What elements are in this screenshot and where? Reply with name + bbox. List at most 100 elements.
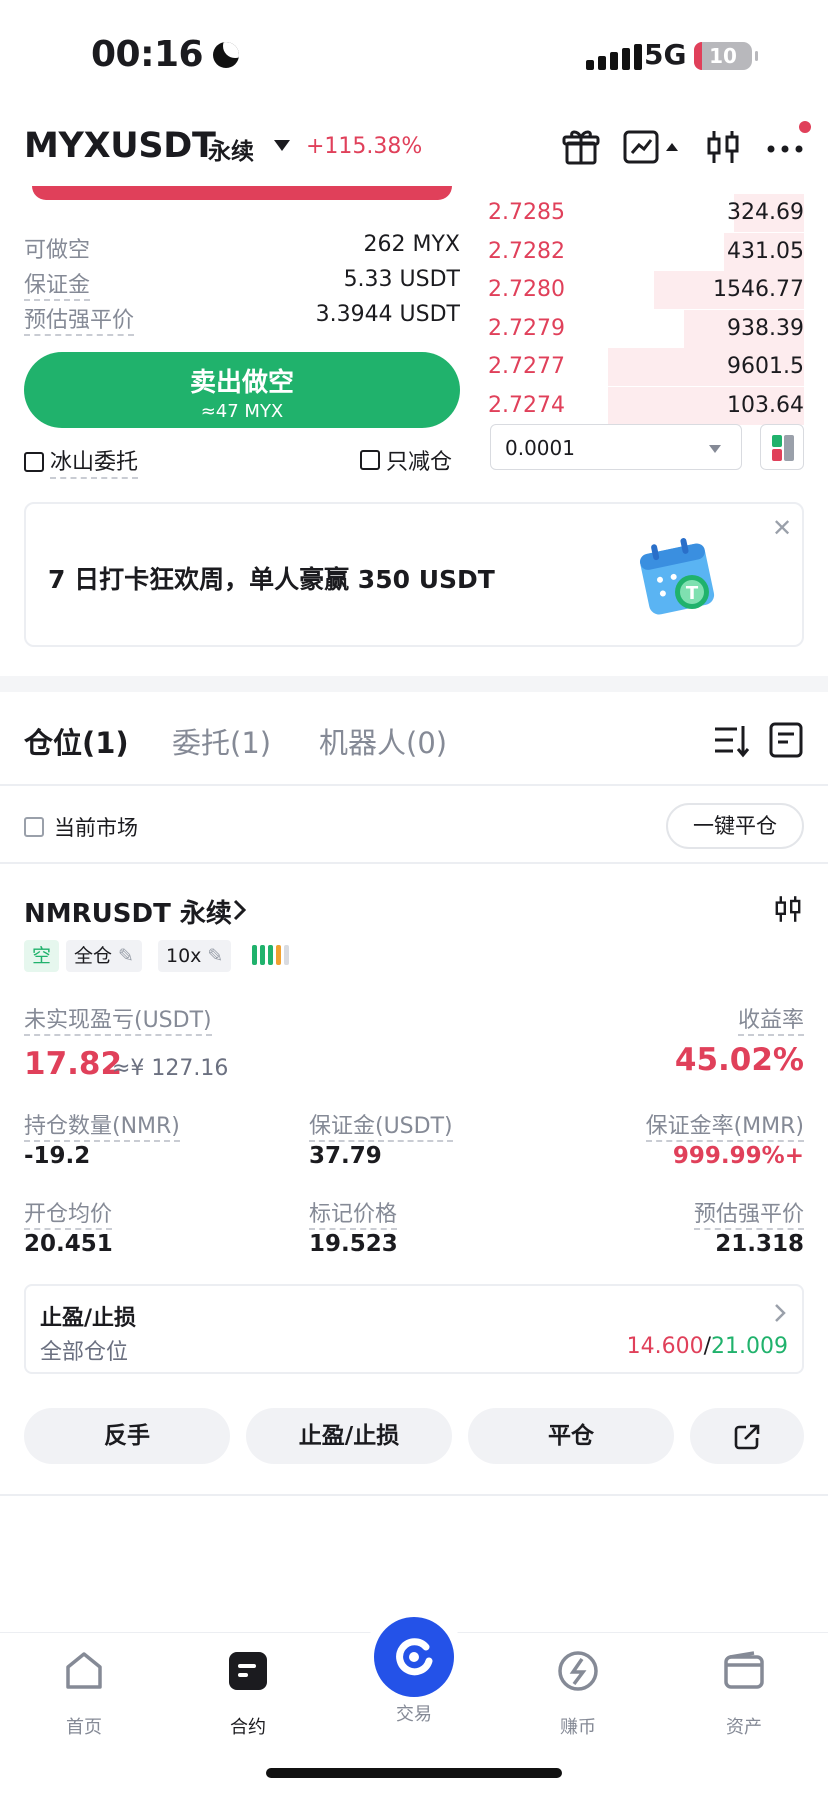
app-screen: { "status_bar": {"time": "00:16", "netwo… — [0, 0, 828, 1795]
futures-icon — [229, 1652, 267, 1690]
signal-icon — [586, 44, 642, 70]
home-icon — [66, 1652, 102, 1689]
notification-dot — [799, 121, 811, 133]
nav-earn-label: 赚币 — [560, 1717, 596, 1738]
ask-price: 2.7279 — [488, 315, 565, 341]
close-position-button[interactable]: 平仓 — [468, 1408, 674, 1464]
home-indicator — [266, 1768, 562, 1778]
chart-menu-icon[interactable] — [622, 124, 682, 170]
promo-text: 7 日打卡狂欢周，单人豪赢 350 USDT — [48, 565, 495, 594]
position-size-value: -19.2 — [24, 1143, 91, 1169]
ask-quantity: 9601.5 — [727, 354, 804, 379]
chevron-down-icon — [709, 445, 721, 453]
ask-quantity: 103.64 — [727, 392, 804, 418]
liq-price-label: 预估强平价 — [693, 1196, 804, 1230]
margin-label: 保证金 — [24, 267, 91, 301]
reverse-button[interactable]: 反手 — [24, 1408, 230, 1464]
contract-type[interactable]: 永续 — [208, 132, 254, 166]
gift-icon[interactable] — [558, 124, 604, 170]
close-icon[interactable]: ✕ — [772, 514, 792, 542]
sl-value: 21.009 — [711, 1334, 788, 1359]
tpsl-card[interactable]: 止盈/止损 全部仓位 14.600/21.009 — [24, 1284, 804, 1374]
leverage-slider-bar[interactable] — [32, 186, 452, 200]
battery-icon: 10 — [694, 42, 758, 70]
available-short-label: 可做空 — [24, 238, 91, 263]
ask-price: 2.7274 — [488, 392, 565, 418]
entry-price-label: 开仓均价 — [24, 1196, 113, 1230]
earn-icon — [558, 1651, 598, 1691]
price-change: +115.38% — [306, 134, 423, 159]
iceberg-checkbox[interactable] — [24, 451, 44, 472]
tpsl-button[interactable]: 止盈/止损 — [246, 1408, 452, 1464]
sort-icon[interactable] — [712, 720, 752, 764]
tab-positions[interactable]: 仓位(1) — [24, 720, 129, 762]
nav-earn[interactable]: 赚币 — [528, 1649, 628, 1739]
share-button[interactable] — [690, 1408, 804, 1464]
order-book-row[interactable]: 2.7279 938.39 — [488, 309, 804, 348]
leverage-badge[interactable]: 10x ✎ — [158, 940, 232, 972]
pnl-cny: ≈¥ 127.16 — [112, 1056, 229, 1081]
divider — [0, 862, 828, 864]
adl-indicator-icon — [252, 945, 289, 965]
close-all-button[interactable]: 一键平仓 — [666, 803, 804, 849]
current-market-label: 当前市场 — [54, 816, 138, 840]
nav-trade-label: 交易 — [396, 1704, 432, 1725]
divider — [0, 784, 828, 786]
reduce-only-label: 只减仓 — [386, 450, 453, 475]
order-book-row[interactable]: 2.7280 1546.77 — [488, 271, 804, 309]
layout-icon — [772, 435, 794, 461]
order-book-row[interactable]: 2.7274 103.64 — [488, 386, 804, 425]
tp-value: 14.600 — [626, 1334, 704, 1359]
current-market-checkbox[interactable] — [24, 817, 44, 837]
order-book-row[interactable]: 2.7282 431.05 — [488, 232, 804, 271]
tab-orders[interactable]: 委托(1) — [172, 720, 271, 762]
sell-short-button[interactable]: 卖出做空 ≈47 MYX — [24, 352, 460, 428]
roe-label: 收益率 — [737, 1002, 804, 1036]
tpsl-title: 止盈/止损 — [40, 1306, 137, 1331]
wallet-icon — [724, 1651, 764, 1689]
nav-trade-button[interactable] — [374, 1617, 454, 1697]
candlestick-icon[interactable] — [700, 124, 746, 170]
side-badge: 空 — [24, 940, 60, 972]
ask-price: 2.7282 — [488, 238, 565, 264]
nav-trade[interactable]: 交易 — [364, 1700, 464, 1726]
position-symbol[interactable]: NMRUSDT 永续 — [24, 893, 232, 930]
pair-title[interactable]: MYXUSDT — [24, 126, 216, 166]
order-book-row[interactable]: 2.7285 324.69 — [488, 194, 804, 232]
precision-select[interactable]: 0.0001 — [490, 424, 742, 470]
nav-home-label: 首页 — [66, 1717, 102, 1738]
liq-price-value: 21.318 — [715, 1231, 804, 1257]
est-liq-value: 3.3944 USDT — [315, 302, 460, 327]
current-market-filter[interactable]: 当前市场 — [24, 812, 138, 842]
history-icon[interactable] — [766, 720, 806, 764]
tpsl-scope: 全部仓位 — [40, 1340, 129, 1365]
section-divider — [0, 676, 828, 692]
nav-home[interactable]: 首页 — [34, 1649, 134, 1739]
entry-price-value: 20.451 — [24, 1231, 113, 1257]
margin-ratio-value: 999.99%+ — [672, 1143, 804, 1169]
margin-value: 5.33 USDT — [343, 267, 460, 292]
pair-dropdown-icon[interactable] — [274, 140, 290, 151]
edit-icon: ✎ — [118, 945, 134, 967]
iceberg-option[interactable]: 冰山委托 — [24, 444, 139, 479]
reduce-only-checkbox[interactable] — [360, 450, 380, 470]
book-layout-button[interactable] — [760, 424, 804, 470]
promo-banner[interactable]: 7 日打卡狂欢周，单人豪赢 350 USDT T — [24, 502, 804, 647]
reduce-only-option[interactable]: 只减仓 — [360, 444, 452, 476]
edit-icon: ✎ — [207, 945, 224, 967]
iceberg-label: 冰山委托 — [50, 444, 139, 479]
order-book-row[interactable]: 2.7277 9601.5 — [488, 348, 804, 386]
nav-assets[interactable]: 资产 — [694, 1649, 794, 1739]
margin-ratio-label: 保证金率(MMR) — [645, 1108, 804, 1142]
ask-quantity: 324.69 — [727, 200, 804, 225]
candlestick-icon[interactable] — [772, 892, 804, 926]
tab-bots[interactable]: 机器人(0) — [319, 720, 447, 762]
margin-mode-badge[interactable]: 全仓 ✎ — [66, 940, 142, 972]
ask-price: 2.7280 — [488, 277, 565, 302]
tpsl-values: 14.600/21.009 — [626, 1334, 788, 1359]
nav-futures-label: 合约 — [230, 1717, 266, 1738]
nav-futures[interactable]: 合约 — [198, 1649, 298, 1739]
chevron-right-icon[interactable] — [228, 896, 250, 924]
svg-text:T: T — [686, 583, 699, 604]
ask-quantity: 938.39 — [727, 315, 804, 341]
